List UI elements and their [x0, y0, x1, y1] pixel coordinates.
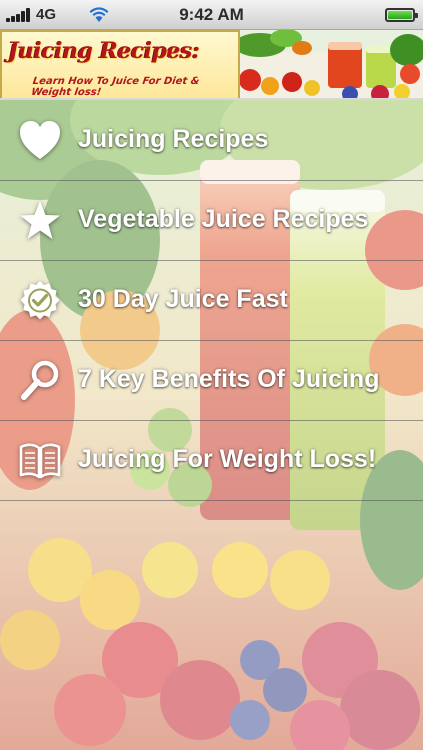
status-bar: 4G 9:42 AM: [0, 0, 423, 30]
banner-title: Juicing Recipes:: [8, 38, 200, 64]
magnifier-icon: [21, 360, 59, 400]
menu-item-30-day-juice-fast[interactable]: 30 Day Juice Fast: [0, 261, 423, 341]
star-icon: [20, 201, 60, 239]
menu-item-weight-loss[interactable]: Juicing For Weight Loss!: [0, 421, 423, 501]
badge-check-icon: [20, 281, 60, 320]
app-banner: Juicing Recipes: Learn How To Juice For …: [0, 30, 423, 100]
battery-icon: [385, 8, 418, 22]
heart-icon: [20, 121, 60, 159]
menu-label-30-day-juice-fast: 30 Day Juice Fast: [78, 285, 288, 313]
open-book-icon: [19, 443, 61, 479]
banner-text-panel: Juicing Recipes: Learn How To Juice For …: [0, 30, 240, 98]
banner-fruit-photo: [240, 30, 423, 98]
menu-label-juicing-recipes: Juicing Recipes: [78, 125, 269, 153]
menu-label-7-key-benefits: 7 Key Benefits Of Juicing: [78, 365, 380, 393]
menu-label-vegetable-juice-recipes: Vegetable Juice Recipes: [78, 205, 369, 233]
status-time: 9:42 AM: [179, 5, 244, 24]
main-menu: Juicing Recipes Vegetable Juice Recipes …: [0, 101, 423, 501]
menu-item-juicing-recipes[interactable]: Juicing Recipes: [0, 101, 423, 181]
menu-item-7-key-benefits[interactable]: 7 Key Benefits Of Juicing: [0, 341, 423, 421]
menu-label-weight-loss: Juicing For Weight Loss!: [78, 445, 377, 473]
banner-subtitle: Learn How To Juice For Diet & Weight los…: [30, 76, 201, 98]
menu-item-vegetable-juice-recipes[interactable]: Vegetable Juice Recipes: [0, 181, 423, 261]
